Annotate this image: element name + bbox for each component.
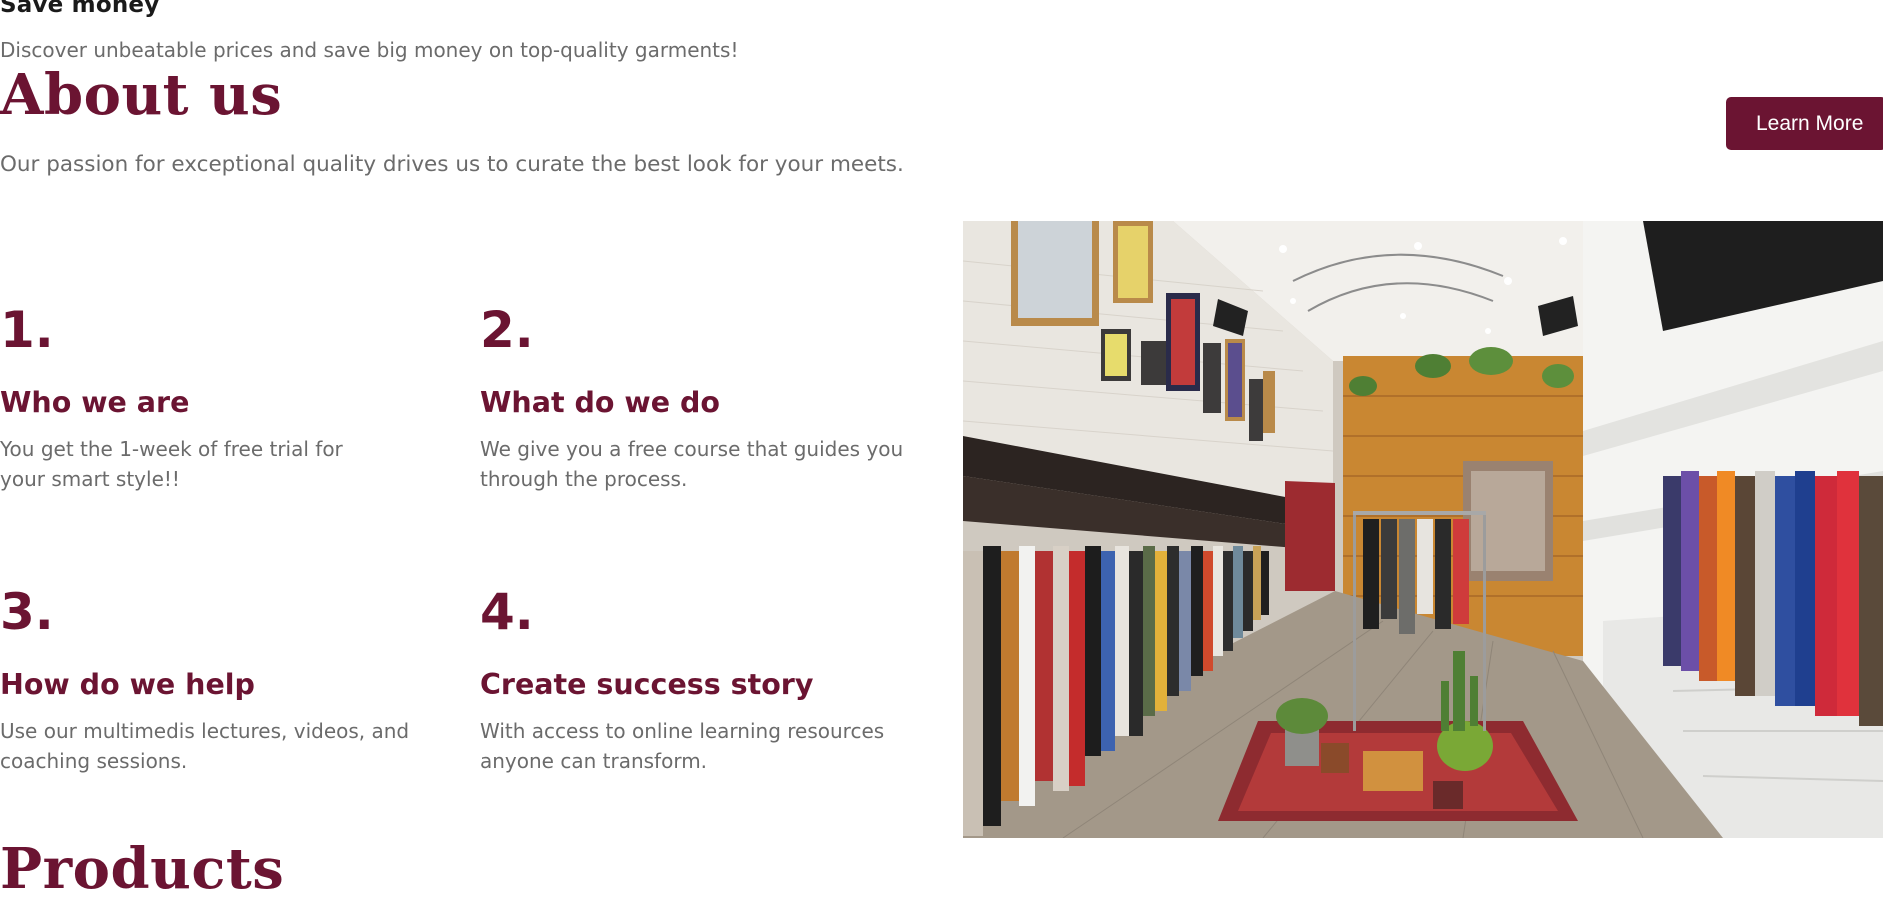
step-description: You get the 1-week of free trial for you… (0, 436, 343, 491)
step-card-1: 1. Who we are You get the 1-week of free… (0, 305, 420, 494)
step-description: With access to online learning resources… (480, 718, 885, 773)
step-number: 4. (480, 583, 534, 641)
step-number: 2. (480, 301, 534, 359)
step-title: Who we are (0, 386, 190, 419)
products-heading: Products (0, 836, 285, 902)
about-us-heading: About us (0, 62, 283, 128)
step-description: Use our multimedis lectures, videos, and… (0, 718, 410, 773)
step-card-3: 3. How do we help Use our multimedis lec… (0, 587, 420, 776)
store-interior-photo (963, 221, 1883, 838)
page: Save money Discover unbeatable prices an… (0, 0, 1883, 917)
step-card-4: 4. Create success story With access to o… (480, 587, 900, 776)
step-card-2: 2. What do we do We give you a free cour… (480, 301, 903, 494)
save-money-description: Discover unbeatable prices and save big … (0, 38, 739, 62)
step-number: 1. (0, 301, 54, 359)
step-title: Create success story (480, 668, 814, 701)
step-title: How do we help (0, 668, 255, 701)
step-description: We give you a free course that guides yo… (480, 436, 904, 491)
step-title: What do we do (480, 386, 720, 419)
save-money-heading: Save money (0, 0, 160, 18)
learn-more-button[interactable]: Learn More (1726, 97, 1883, 150)
about-us-description: Our passion for exceptional quality driv… (0, 152, 904, 177)
step-number: 3. (0, 583, 54, 641)
